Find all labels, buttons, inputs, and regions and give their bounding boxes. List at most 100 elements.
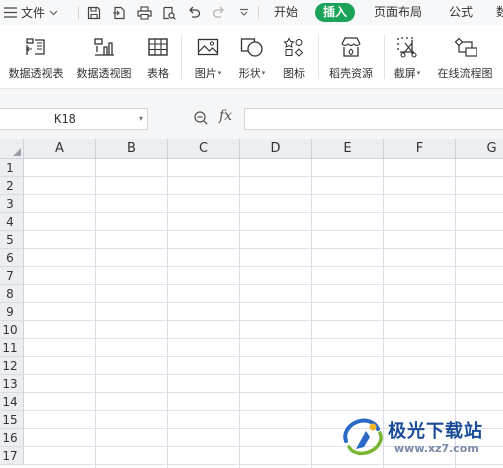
tab-formula[interactable]: 公式 [443, 3, 479, 22]
picture-button[interactable]: 图片 ▾ [188, 35, 228, 83]
tab-data-partial[interactable]: 数 [490, 3, 503, 22]
menu-bar: 文件 开始 插入 页面布局 公式 数 [0, 0, 503, 25]
print-preview-icon [163, 6, 176, 20]
redo-icon [212, 6, 224, 18]
icons-button[interactable]: 图标 [276, 35, 312, 83]
row-header[interactable]: 2 [0, 177, 24, 195]
file-menu[interactable]: 文件 [4, 0, 72, 25]
more-icon [240, 8, 248, 16]
row-header[interactable]: 6 [0, 249, 24, 267]
icons-label: 图标 [283, 67, 305, 80]
column-header[interactable]: C [168, 139, 240, 159]
save-button[interactable] [86, 0, 102, 25]
tab-insert[interactable]: 插入 [315, 3, 356, 22]
column-header[interactable]: G [456, 139, 503, 159]
tab-home[interactable]: 开始 [268, 3, 304, 22]
row-header[interactable]: 5 [0, 231, 24, 249]
column-header[interactable]: E [312, 139, 384, 159]
screenshot-button[interactable]: 截屏 ▾ [388, 35, 426, 83]
picture-icon [195, 35, 221, 59]
print-button[interactable] [136, 0, 152, 25]
row-header[interactable]: 14 [0, 393, 24, 411]
docer-resources-label: 稻壳资源 [329, 67, 373, 80]
screenshot-label-text: 截屏 [393, 67, 416, 80]
spreadsheet-app: 文件 开始 插入 页面布局 公式 数 数据透视表 数据透视图 表格 图片 ▾ 形… [0, 0, 503, 468]
undo-button[interactable] [186, 0, 202, 25]
row-header[interactable]: 3 [0, 195, 24, 213]
menu-divider [258, 6, 259, 19]
watermark-url: www.xz7.com [394, 442, 479, 455]
row-header[interactable]: 7 [0, 267, 24, 285]
caret-down-icon: ▾ [416, 69, 421, 77]
pivot-chart-icon [91, 35, 117, 59]
pivot-table-icon [23, 35, 49, 59]
zoom-icon[interactable] [193, 110, 209, 126]
hamburger-icon [4, 7, 17, 18]
ribbon-divider [318, 35, 319, 79]
shape-button[interactable]: 形状 ▾ [232, 35, 272, 83]
online-flowchart-button[interactable]: 在线流程图 [432, 35, 498, 83]
pivot-chart-button[interactable]: 数据透视图 [72, 35, 136, 83]
quick-access-more-button[interactable] [237, 0, 251, 25]
watermark: 极光下载站 www.xz7.com [340, 415, 500, 463]
ribbon-divider [181, 35, 182, 79]
screenshot-label: 截屏 ▾ [394, 65, 421, 81]
row-header[interactable]: 17 [0, 447, 24, 465]
chevron-down-icon [49, 10, 58, 15]
caret-down-icon[interactable]: ▾ [139, 109, 143, 129]
shape-icon [239, 35, 265, 59]
row-header[interactable]: 15 [0, 411, 24, 429]
picture-label: 图片 ▾ [195, 65, 222, 81]
export-button[interactable] [111, 0, 127, 25]
formula-bar: K18 ▾ fx [0, 89, 503, 139]
save-icon [87, 6, 101, 19]
column-header[interactable]: D [240, 139, 312, 159]
export-icon [113, 6, 125, 19]
tab-page-layout[interactable]: 页面布局 [368, 3, 428, 22]
column-header[interactable]: A [24, 139, 96, 159]
caret-down-icon: ▾ [217, 69, 222, 77]
table-label: 表格 [147, 67, 169, 80]
table-button[interactable]: 表格 [140, 35, 176, 83]
menu-divider [78, 6, 79, 19]
shape-label-text: 形状 [238, 67, 261, 80]
caret-down-icon: ▾ [261, 69, 266, 77]
docer-icon [338, 35, 364, 59]
row-header[interactable]: 11 [0, 339, 24, 357]
watermark-title: 极光下载站 [388, 421, 483, 442]
row-header[interactable]: 16 [0, 429, 24, 447]
ribbon-divider [384, 35, 385, 79]
row-header[interactable]: 9 [0, 303, 24, 321]
row-header[interactable]: 1 [0, 159, 24, 177]
row-header[interactable]: 4 [0, 213, 24, 231]
flowchart-icon [452, 35, 478, 59]
pivot-table-button[interactable]: 数据透视表 [4, 35, 68, 83]
row-header[interactable]: 8 [0, 285, 24, 303]
table-icon [145, 35, 171, 59]
redo-button[interactable] [211, 0, 227, 25]
icons-icon [281, 35, 307, 59]
row-header[interactable]: 13 [0, 375, 24, 393]
select-all-corner[interactable] [0, 139, 24, 159]
shape-label: 形状 ▾ [239, 65, 266, 81]
docer-resources-button[interactable]: 稻壳资源 [323, 35, 379, 83]
function-icon[interactable]: fx [219, 108, 232, 124]
print-icon [136, 5, 152, 20]
insert-ribbon: 数据透视表 数据透视图 表格 图片 ▾ 形状 ▾ 图标 稻壳资源 截屏 ▾ 在线… [0, 25, 503, 89]
row-header[interactable]: 10 [0, 321, 24, 339]
print-preview-button[interactable] [161, 0, 177, 25]
online-flowchart-label: 在线流程图 [437, 67, 493, 80]
column-header[interactable]: B [96, 139, 168, 159]
formula-input[interactable] [244, 108, 503, 130]
column-header[interactable]: F [384, 139, 456, 159]
site-logo [343, 418, 383, 456]
file-menu-label: 文件 [21, 6, 46, 20]
undo-icon [189, 6, 201, 18]
name-box[interactable]: K18 ▾ [0, 108, 148, 130]
screenshot-icon [394, 35, 420, 59]
cell-reference: K18 [54, 112, 76, 126]
pivot-table-label: 数据透视表 [8, 67, 64, 80]
picture-label-text: 图片 [194, 67, 217, 80]
pivot-chart-label: 数据透视图 [76, 67, 132, 80]
row-header[interactable]: 12 [0, 357, 24, 375]
